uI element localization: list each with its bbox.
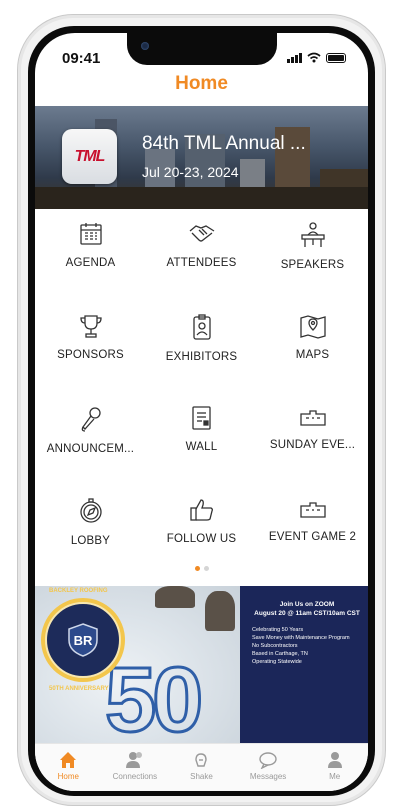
tab-label: Connections	[112, 772, 158, 781]
front-camera	[141, 42, 149, 50]
shield-icon: BR	[68, 623, 98, 657]
promo-location-line: Operating Statewide	[252, 659, 302, 665]
status-icons	[287, 52, 346, 63]
tab-connections[interactable]: Connections	[102, 744, 169, 791]
menu-item-agenda[interactable]: AGENDA	[35, 209, 146, 301]
page-indicator[interactable]	[35, 566, 368, 571]
menu-item-follow-us[interactable]: FOLLOW US	[146, 485, 257, 577]
document-list-icon	[191, 406, 211, 430]
promo-line: No Subcontractors	[252, 643, 298, 649]
home-icon	[60, 752, 77, 768]
menu-item-label: LOBBY	[70, 535, 111, 547]
promo-headline: Join Us on ZOOM	[279, 601, 335, 608]
tab-label: Me	[329, 772, 341, 781]
wifi-icon	[307, 52, 321, 63]
event-title: 84th TML Annual ...	[142, 133, 306, 154]
menu-item-announcements[interactable]: ANNOUNCEM...	[35, 393, 146, 485]
menu-item-sunday-event[interactable]: SUNDAY EVE...	[257, 393, 368, 485]
trophy-icon	[79, 315, 102, 338]
event-logo: TML	[62, 129, 117, 184]
menu-item-label: ATTENDEES	[166, 257, 237, 269]
menu-item-label: SPEAKERS	[280, 259, 345, 271]
ticket-icon	[299, 410, 326, 426]
anniversary-badge: BR	[41, 598, 125, 682]
menu-item-label: MAPS	[295, 349, 330, 361]
event-dates: Jul 20-23, 2024	[142, 164, 239, 180]
page-title: Home	[175, 73, 228, 94]
thumbs-up-icon	[189, 499, 213, 521]
menu-item-maps[interactable]: MAPS	[257, 301, 368, 393]
menu-item-label: AGENDA	[65, 257, 116, 269]
menu-item-lobby[interactable]: LOBBY	[35, 485, 146, 577]
menu-item-label: ANNOUNCEM...	[46, 443, 135, 455]
menu-item-label: EXHIBITORS	[165, 351, 238, 363]
event-logo-text: TML	[74, 147, 106, 165]
promo-headline-time: August 20 @ 11am CST/10am CST	[254, 610, 360, 617]
promo-location-line: Based in Carthage, TN	[252, 651, 308, 657]
tab-home[interactable]: Home	[35, 744, 102, 791]
event-banner[interactable]: TML 84th TML Annual ... Jul 20-23, 2024	[35, 106, 368, 209]
menu-item-label: WALL	[185, 441, 218, 453]
tab-shake[interactable]: Shake	[168, 744, 235, 791]
promo-photo-number: 50	[103, 648, 204, 744]
promo-banner[interactable]: 50 BR BACKLEY ROOFING 50TH ANNIVERSARY J…	[35, 586, 368, 743]
calendar-icon	[79, 223, 102, 245]
id-badge-icon	[192, 314, 211, 340]
promo-text-panel: Join Us on ZOOM August 20 @ 11am CST/10a…	[240, 586, 368, 743]
map-pin-icon	[299, 315, 326, 339]
podium-speaker-icon	[300, 222, 325, 247]
tab-me[interactable]: Me	[301, 744, 368, 791]
menu-item-label: EVENT GAME 2	[268, 531, 357, 543]
promo-line: Save Money with Maintenance Program	[252, 635, 350, 641]
signal-icon	[287, 52, 302, 63]
battery-icon	[326, 52, 346, 63]
menu-grid: AGENDA ATTENDEES SPEAKERS SPONSORS EXHIB…	[35, 209, 368, 579]
tab-messages[interactable]: Messages	[235, 744, 302, 791]
menu-item-label: FOLLOW US	[166, 533, 237, 545]
menu-item-label: SUNDAY EVE...	[269, 439, 356, 451]
compass-icon	[79, 498, 102, 523]
status-time: 09:41	[62, 50, 101, 67]
tab-label: Messages	[249, 772, 287, 781]
app-screen: 09:41 Home TML 84th TML Annual ... Jul 2…	[35, 33, 368, 791]
menu-item-event-game-2[interactable]: EVENT GAME 2	[257, 485, 368, 577]
tab-label: Home	[57, 772, 79, 781]
people-icon	[125, 752, 142, 768]
menu-item-exhibitors[interactable]: EXHIBITORS	[146, 301, 257, 393]
menu-item-speakers[interactable]: SPEAKERS	[257, 209, 368, 301]
page-dot[interactable]	[203, 566, 209, 571]
menu-item-wall[interactable]: WALL	[146, 393, 257, 485]
microphone-icon	[81, 407, 101, 432]
promo-photo: 50 BR BACKLEY ROOFING 50TH ANNIVERSARY	[35, 586, 240, 743]
person-icon	[327, 752, 342, 768]
chat-bubble-icon	[259, 752, 277, 769]
page-dot-active[interactable]	[194, 566, 200, 571]
notch	[127, 33, 277, 65]
badge-emblem: BR	[45, 602, 121, 678]
ticket-icon	[299, 502, 326, 518]
handshake-icon	[189, 225, 214, 242]
badge-bottom-text: 50TH ANNIVERSARY	[49, 686, 109, 692]
menu-item-attendees[interactable]: ATTENDEES	[146, 209, 257, 301]
tab-label: Shake	[190, 772, 213, 781]
menu-item-label: SPONSORS	[57, 349, 124, 361]
shake-icon	[195, 753, 208, 767]
promo-line: Celebrating 50 Years	[252, 627, 304, 633]
badge-top-text: BACKLEY ROOFING	[49, 588, 108, 594]
menu-item-sponsors[interactable]: SPONSORS	[35, 301, 146, 393]
tab-bar: Home Connections Shake Messages Me	[35, 743, 368, 791]
svg-text:BR: BR	[74, 633, 93, 648]
